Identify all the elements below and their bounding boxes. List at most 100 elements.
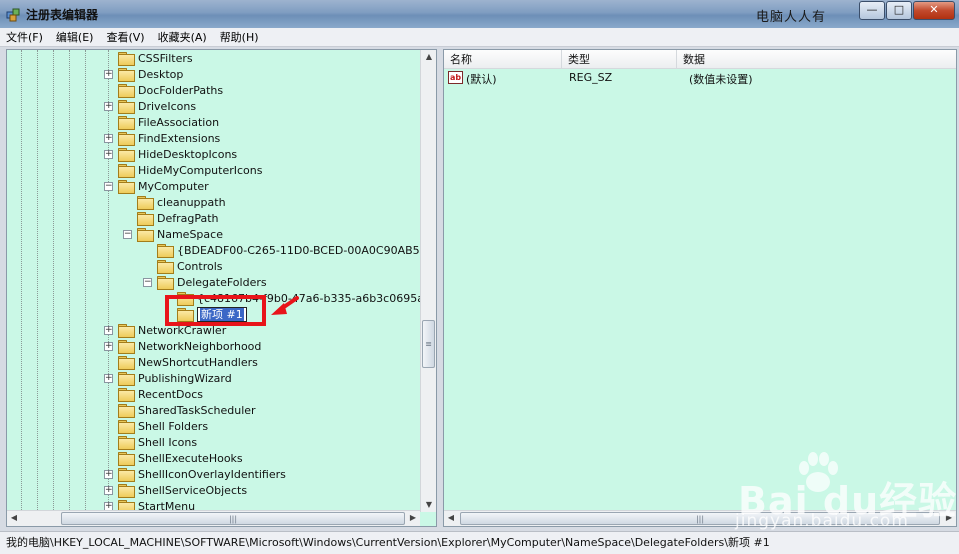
tree-node-shellserviceobjects[interactable]: ShellServiceObjects — [118, 482, 247, 498]
tree-node-shelliconoverlayidentifiers[interactable]: ShellIconOverlayIdentifiers — [118, 466, 286, 482]
tree-node-cleanuppath[interactable]: cleanuppath — [137, 194, 226, 210]
folder-icon — [118, 356, 135, 370]
collapse-button[interactable]: − — [104, 182, 113, 191]
folder-icon — [118, 68, 135, 82]
tree-guide-line — [85, 50, 86, 512]
tree-node-newshortcuthandlers[interactable]: NewShortcutHandlers — [118, 354, 258, 370]
string-value-icon: ab — [448, 71, 463, 84]
folder-icon — [118, 372, 135, 386]
folder-icon — [137, 228, 154, 242]
registry-app-icon — [6, 8, 20, 22]
folder-icon — [118, 484, 135, 498]
expand-button[interactable]: + — [104, 342, 113, 351]
folder-icon — [118, 436, 135, 450]
tree-horizontal-scrollbar[interactable]: ◀ ||| ▶ — [7, 510, 420, 526]
menu-help[interactable]: 帮助(H) — [220, 29, 259, 45]
tree-guide-line — [21, 50, 22, 512]
folder-icon — [118, 468, 135, 482]
expand-button[interactable]: + — [104, 150, 113, 159]
folder-icon — [157, 244, 174, 258]
folder-icon — [118, 180, 135, 194]
expand-button[interactable]: + — [104, 102, 113, 111]
grip-icon: ||| — [695, 514, 705, 523]
scroll-down-icon[interactable]: ▼ — [422, 498, 436, 512]
folder-icon — [118, 148, 135, 162]
folder-icon — [157, 276, 174, 290]
menu-favorites[interactable]: 收藏夹(A) — [158, 29, 207, 45]
expand-button[interactable]: + — [104, 134, 113, 143]
tree-node-networkneighborhood[interactable]: NetworkNeighborhood — [118, 338, 261, 354]
tree-node-shellfolders[interactable]: Shell Folders — [118, 418, 208, 434]
collapse-button[interactable]: − — [123, 230, 132, 239]
menu-file[interactable]: 文件(F) — [6, 29, 43, 45]
tree-node-recentdocs[interactable]: RecentDocs — [118, 386, 203, 402]
title-bar[interactable]: 注册表编辑器 电脑人人有 — □ ✕ — [0, 0, 959, 28]
expand-button[interactable]: + — [104, 470, 113, 479]
folder-icon — [118, 164, 135, 178]
close-button[interactable]: ✕ — [913, 1, 955, 20]
key-tree: CSSFilters + Desktop DocFolderPaths + Dr… — [7, 50, 421, 512]
folder-icon — [137, 196, 154, 210]
tree-node-mycomputer[interactable]: MyComputer — [118, 178, 209, 194]
folder-icon — [157, 260, 174, 274]
column-header-data[interactable]: 数据 — [677, 50, 956, 69]
scroll-up-icon[interactable]: ▲ — [422, 50, 436, 64]
scroll-right-icon[interactable]: ▶ — [406, 511, 420, 525]
maximize-button[interactable]: □ — [886, 1, 912, 20]
tree-node-shellicons[interactable]: Shell Icons — [118, 434, 197, 450]
column-header-name[interactable]: 名称 — [444, 50, 562, 69]
menu-bar: 文件(F) 编辑(E) 查看(V) 收藏夹(A) 帮助(H) — [0, 28, 959, 47]
expand-button[interactable]: + — [104, 486, 113, 495]
folder-icon — [118, 452, 135, 466]
collapse-button[interactable]: − — [143, 278, 152, 287]
expand-button[interactable]: + — [104, 70, 113, 79]
value-type: REG_SZ — [569, 71, 613, 84]
key-tree-pane[interactable]: CSSFilters + Desktop DocFolderPaths + Dr… — [6, 49, 437, 527]
folder-icon — [118, 324, 135, 338]
tree-node-sharedtaskscheduler[interactable]: SharedTaskScheduler — [118, 402, 256, 418]
tree-node-shellexecutehooks[interactable]: ShellExecuteHooks — [118, 450, 243, 466]
tree-node-hidemycomputericons[interactable]: HideMyComputerIcons — [118, 162, 263, 178]
menu-view[interactable]: 查看(V) — [106, 29, 144, 45]
tree-node-driveicons[interactable]: DriveIcons — [118, 98, 196, 114]
tree-node-fileassociation[interactable]: FileAssociation — [118, 114, 219, 130]
tree-node-hidedesktopicons[interactable]: HideDesktopIcons — [118, 146, 237, 162]
tree-node-defragpath[interactable]: DefragPath — [137, 210, 219, 226]
tree-guide-line — [69, 50, 70, 512]
value-row[interactable]: ab (默认) REG_SZ (数值未设置) — [444, 70, 956, 87]
title-watermark: 电脑人人有 — [756, 10, 827, 25]
folder-icon — [118, 340, 135, 354]
values-list-pane[interactable]: 名称 类型 数据 ab (默认) REG_SZ (数值未设置) ◀ ||| ▶ — [443, 49, 957, 527]
scroll-left-icon[interactable]: ◀ — [7, 511, 21, 525]
grip-icon: ≡ — [425, 339, 432, 349]
value-data: (数值未设置) — [689, 73, 753, 86]
grip-icon: ||| — [228, 514, 238, 523]
folder-icon — [118, 132, 135, 146]
tree-guide-line — [108, 50, 109, 512]
tree-node-docfolderpaths[interactable]: DocFolderPaths — [118, 82, 223, 98]
tree-node-publishingwizard[interactable]: PublishingWizard — [118, 370, 232, 386]
column-header-type[interactable]: 类型 — [562, 50, 677, 69]
tree-node-findextensions[interactable]: FindExtensions — [118, 130, 220, 146]
menu-edit[interactable]: 编辑(E) — [56, 29, 94, 45]
list-header: 名称 类型 数据 — [444, 50, 956, 69]
folder-icon — [118, 116, 135, 130]
minimize-button[interactable]: — — [859, 1, 885, 20]
folder-icon — [118, 84, 135, 98]
folder-icon — [137, 212, 154, 226]
tree-node-bdeadf00[interactable]: {BDEADF00-C265-11D0-BCED-00A0C90AB50F} — [157, 242, 421, 258]
folder-icon — [118, 404, 135, 418]
value-name: (默认) — [466, 73, 497, 86]
tree-node-desktop[interactable]: Desktop — [118, 66, 183, 82]
tree-hscroll-thumb[interactable]: ||| — [61, 512, 405, 525]
tree-node-delegatefolders[interactable]: DelegateFolders — [157, 274, 267, 290]
baidu-url: jingyan.baidu.com — [735, 511, 909, 531]
tree-vscroll-thumb[interactable]: ≡ — [422, 320, 435, 368]
expand-button[interactable]: + — [104, 326, 113, 335]
scroll-left-icon[interactable]: ◀ — [444, 511, 458, 525]
tree-vertical-scrollbar[interactable]: ▲ ≡ ▼ — [420, 50, 436, 512]
tree-node-namespace[interactable]: NameSpace — [137, 226, 223, 242]
expand-button[interactable]: + — [104, 374, 113, 383]
tree-node-cssfilters[interactable]: CSSFilters — [118, 50, 193, 66]
tree-node-controls[interactable]: Controls — [157, 258, 223, 274]
